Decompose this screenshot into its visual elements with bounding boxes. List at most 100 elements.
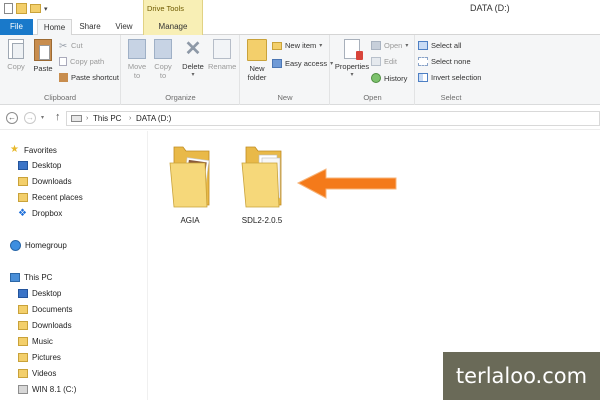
breadcrumb-data-drive[interactable]: DATA (D:) (136, 113, 171, 125)
sidebar-item-win-drive[interactable]: WIN 8.1 (C:) (18, 382, 76, 396)
new-item-dropdown-icon: ▾ (319, 43, 323, 49)
music-folder-icon (18, 336, 28, 346)
star-icon: ★ (10, 144, 19, 155)
open-dropdown-icon: ▾ (405, 43, 409, 49)
easy-access-label: Easy access (285, 59, 328, 68)
open-label: Open (384, 41, 403, 50)
sidebar-item-label: Desktop (32, 160, 62, 170)
cut-button[interactable]: ✂ Cut (59, 41, 83, 52)
sidebar-item-label: Downloads (32, 176, 72, 186)
tab-home[interactable]: Home (37, 19, 72, 36)
sidebar-item-label: Videos (32, 368, 57, 378)
sidebar-item-favorites[interactable]: ★ Favorites (10, 143, 57, 157)
sidebar-item-recent-places[interactable]: Recent places (18, 190, 83, 204)
folder-item[interactable]: SDL2-2.0.5 (227, 139, 297, 225)
sidebar-item-label: Music (32, 336, 53, 346)
customize-dropdown-icon[interactable]: ▾ (44, 5, 48, 13)
organize-group: Move to Copy to ✕ Delete ▾ Rename Organi… (122, 35, 240, 105)
back-arrow-icon: ← (8, 113, 16, 122)
history-button[interactable]: History (371, 73, 407, 83)
organize-group-label: Organize (165, 93, 196, 102)
breadcrumb-this-pc[interactable]: This PC (93, 113, 121, 125)
properties-dropdown-icon: ▾ (350, 72, 354, 78)
clipboard-group-label: Clipboard (43, 93, 77, 102)
sidebar-item-label: Recent places (32, 192, 83, 202)
sidebar-item-this-pc[interactable]: This PC (10, 270, 52, 284)
edit-button[interactable]: Edit (371, 57, 397, 66)
sidebar-item-documents[interactable]: Documents (18, 302, 72, 316)
drive-icon (71, 115, 82, 122)
dropbox-icon: ❖ (18, 207, 27, 219)
breadcrumb-separator-icon[interactable]: › (129, 113, 131, 125)
homegroup-icon (10, 239, 21, 251)
scissors-icon: ✂ (59, 41, 68, 52)
tab-share[interactable]: Share (74, 19, 106, 35)
delete-button[interactable]: ✕ Delete ▾ (180, 39, 206, 78)
copy-icon (8, 39, 24, 59)
forward-button[interactable]: → (24, 112, 36, 124)
sidebar-item-label: Dropbox (32, 208, 63, 218)
new-item-label: New item (285, 41, 317, 50)
rename-button[interactable]: Rename (208, 39, 236, 71)
desktop-icon (18, 288, 28, 298)
properties-button[interactable]: Properties ▾ (334, 39, 370, 78)
back-button[interactable]: ← (6, 112, 18, 124)
recent-locations-dropdown-icon[interactable]: ▾ (41, 114, 44, 121)
move-to-label-2: to (133, 71, 141, 80)
breadcrumb-separator-icon[interactable]: › (86, 113, 88, 125)
tab-manage[interactable]: Manage (143, 19, 203, 35)
properties-icon[interactable] (4, 3, 13, 14)
paste-shortcut-icon (59, 73, 68, 82)
new-folder-label-2: folder (247, 73, 267, 82)
open-button[interactable]: Open ▾ (371, 41, 408, 50)
open-group: Properties ▾ Open ▾ Edit History Open (331, 35, 415, 105)
select-group: Select all Select none Invert selection … (416, 35, 486, 105)
new-folder-button[interactable]: New folder (245, 39, 269, 82)
new-item-button[interactable]: New item ▾ (272, 41, 322, 50)
copy-to-button[interactable]: Copy to (152, 39, 174, 80)
sidebar-item-videos[interactable]: Videos (18, 366, 56, 380)
copy-to-icon (154, 39, 172, 59)
move-to-button[interactable]: Move to (126, 39, 148, 80)
sidebar-item-label: This PC (24, 272, 53, 282)
tab-view[interactable]: View (110, 19, 138, 35)
copy-path-label: Copy path (70, 57, 105, 66)
select-none-button[interactable]: Select none (418, 57, 471, 66)
copy-path-button[interactable]: Copy path (59, 57, 104, 66)
address-bar[interactable]: › This PC › DATA (D:) (66, 111, 600, 126)
paste-shortcut-button[interactable]: Paste shortcut (59, 73, 119, 82)
easy-access-button[interactable]: Easy access ▾ (272, 59, 333, 68)
new-folder-big-icon (247, 39, 267, 61)
watermark: terlaloo.com (443, 352, 600, 400)
copy-button[interactable]: Copy (5, 39, 27, 71)
navigation-bar: ← → ▾ ↑ › This PC › DATA (D:) (0, 106, 600, 130)
new-file-icon[interactable] (16, 3, 27, 14)
up-button[interactable]: ↑ (55, 111, 61, 123)
select-all-button[interactable]: Select all (418, 41, 461, 50)
sidebar-item-pc-downloads[interactable]: Downloads (18, 318, 72, 332)
title-bar: ▾ Drive Tools DATA (D:) (0, 0, 600, 19)
move-to-icon (128, 39, 146, 59)
sidebar-item-label: Pictures (32, 352, 61, 362)
sidebar-item-homegroup[interactable]: Homegroup (10, 238, 67, 252)
clipboard-group: Copy Paste ✂ Cut Copy path Paste shortcu… (0, 35, 121, 105)
sidebar-item-dropbox[interactable]: ❖ Dropbox (18, 206, 62, 220)
open-group-label: Open (363, 93, 382, 102)
sidebar-item-pictures[interactable]: Pictures (18, 350, 61, 364)
new-folder-icon[interactable] (30, 4, 41, 13)
sidebar-item-desktop[interactable]: Desktop (18, 158, 61, 172)
tab-file[interactable]: File (0, 19, 33, 35)
invert-selection-button[interactable]: Invert selection (418, 73, 481, 82)
sidebar-item-music[interactable]: Music (18, 334, 53, 348)
sidebar-item-downloads[interactable]: Downloads (18, 174, 72, 188)
paste-button[interactable]: Paste (31, 39, 55, 73)
forward-arrow-icon: → (26, 113, 34, 122)
folder-item[interactable]: AGIA (155, 139, 225, 225)
computer-icon (10, 272, 20, 282)
folder-name: AGIA (180, 216, 200, 225)
copy-path-icon (59, 57, 67, 66)
sidebar-item-label: Documents (32, 304, 73, 314)
sidebar-item-label: WIN 8.1 (C:) (32, 384, 77, 394)
recent-places-icon (18, 192, 28, 202)
sidebar-item-pc-desktop[interactable]: Desktop (18, 286, 61, 300)
